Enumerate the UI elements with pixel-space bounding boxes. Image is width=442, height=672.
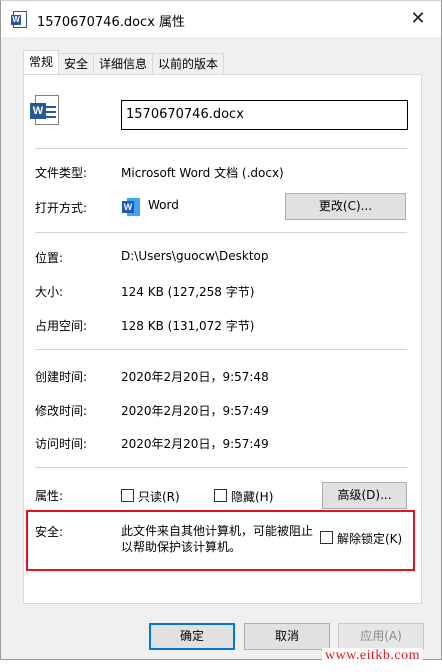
file-name-input[interactable]: 1570670746.docx <box>121 100 408 130</box>
site-watermark: www.eitkb.com <box>322 648 424 664</box>
readonly-label[interactable]: 只读(R) <box>138 488 180 505</box>
unblock-label[interactable]: 解除锁定(K) <box>337 530 402 547</box>
unblock-checkbox[interactable] <box>320 531 333 544</box>
properties-dialog: W 1570670746.docx 属性 ✕ 常规 安全 详细信息 以前的版本 … <box>0 0 442 660</box>
modified-value: 2020年2月20日，9:57:49 <box>121 404 269 418</box>
divider <box>35 232 407 233</box>
tab-general[interactable]: 常规 <box>23 50 60 74</box>
location-label: 位置: <box>35 251 64 265</box>
accessed-value: 2020年2月20日，9:57:49 <box>121 437 269 451</box>
open-with-value: Word <box>148 198 179 212</box>
apply-button[interactable]: 应用(A) <box>338 623 424 650</box>
divider <box>35 148 407 149</box>
file-type-value: Microsoft Word 文档 (.docx) <box>121 166 284 180</box>
attributes-label: 属性: <box>35 489 64 503</box>
location-value: D:\Users\guocw\Desktop <box>121 249 269 263</box>
security-label: 安全: <box>35 525 64 539</box>
divider <box>35 467 407 468</box>
tab-bar: 常规 安全 详细信息 以前的版本 <box>23 50 225 74</box>
tab-details[interactable]: 详细信息 <box>93 53 154 74</box>
hidden-checkbox[interactable] <box>214 489 227 502</box>
cancel-button[interactable]: 取消 <box>244 623 330 650</box>
word-document-icon: W <box>30 95 59 125</box>
word-app-icon: W <box>122 198 140 216</box>
security-text-line2: 以帮助保护该计算机。 <box>121 540 242 554</box>
tab-previous-versions[interactable]: 以前的版本 <box>152 53 225 74</box>
created-value: 2020年2月20日，9:57:48 <box>121 370 269 384</box>
ok-button[interactable]: 确定 <box>149 623 235 650</box>
size-label: 大小: <box>35 285 64 299</box>
created-label: 创建时间: <box>35 370 88 384</box>
size-value: 124 KB (127,258 字节) <box>121 285 255 299</box>
advanced-button[interactable]: 高级(D)... <box>322 482 407 509</box>
divider <box>35 349 407 350</box>
word-document-icon: W <box>11 11 27 28</box>
close-button[interactable]: ✕ <box>403 5 433 33</box>
file-type-label: 文件类型: <box>35 166 88 180</box>
size-on-disk-value: 128 KB (131,072 字节) <box>121 319 255 333</box>
hidden-label[interactable]: 隐藏(H) <box>231 488 273 505</box>
size-on-disk-label: 占用空间: <box>35 319 88 333</box>
change-button[interactable]: 更改(C)... <box>285 193 406 220</box>
modified-label: 修改时间: <box>35 404 88 418</box>
open-with-label: 打开方式: <box>35 201 88 215</box>
security-text-line1: 此文件来自其他计算机，可能被阻止 <box>121 524 314 538</box>
readonly-checkbox[interactable] <box>121 489 134 502</box>
accessed-label: 访问时间: <box>35 437 88 451</box>
tab-security[interactable]: 安全 <box>58 53 95 74</box>
title-bar: W 1570670746.docx 属性 ✕ <box>1 1 441 37</box>
window-title: 1570670746.docx 属性 <box>37 15 186 30</box>
